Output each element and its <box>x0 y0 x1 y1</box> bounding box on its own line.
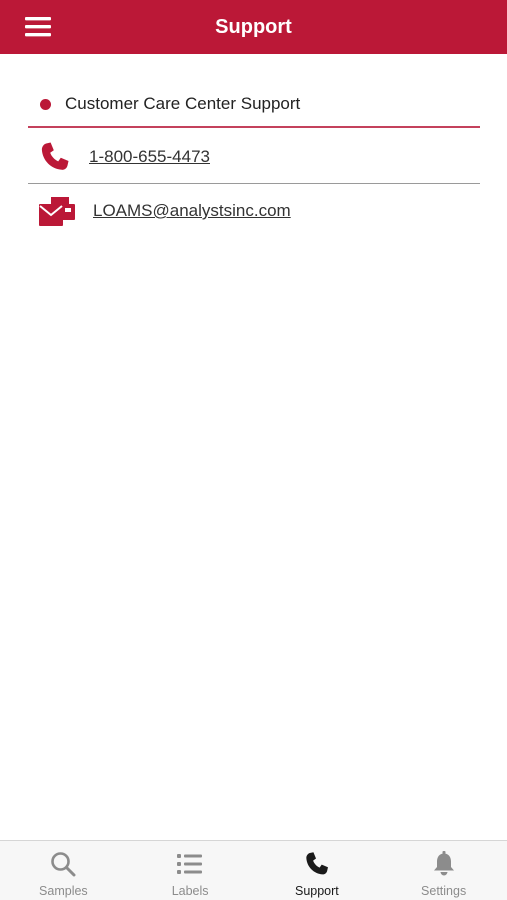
tab-label-labels: Labels <box>171 884 209 898</box>
email-icon <box>38 194 76 228</box>
section-title: Customer Care Center Support <box>65 94 301 113</box>
page-title: Support <box>215 15 292 38</box>
tab-samples[interactable]: Samples <box>0 841 127 900</box>
tab-settings[interactable]: Settings <box>380 841 507 900</box>
tab-label-settings: Settings <box>421 884 467 898</box>
bell-icon <box>430 850 458 878</box>
list-icon <box>176 850 204 878</box>
tab-labels[interactable]: Labels <box>127 841 254 900</box>
tab-support[interactable]: Support <box>254 841 381 900</box>
bottom-tab-bar: Samples Labels Support Settings <box>0 840 507 900</box>
email-address-link[interactable]: LOAMS@analystsinc.com <box>93 201 291 221</box>
support-section-header: Customer Care Center Support <box>28 82 480 128</box>
phone-icon <box>38 140 72 174</box>
app-screen: Support Customer Care Center Support 1-8… <box>0 0 507 900</box>
tab-label-samples: Samples <box>39 884 88 898</box>
search-icon <box>49 850 77 878</box>
phone-number-link[interactable]: 1-800-655-4473 <box>89 147 210 167</box>
hamburger-menu-icon <box>25 17 51 37</box>
bullet-dot-icon <box>40 98 51 110</box>
phone-row: 1-800-655-4473 <box>28 130 480 184</box>
menu-button[interactable] <box>22 12 56 42</box>
email-row: LOAMS@analystsinc.com <box>28 186 480 236</box>
tab-label-support: Support <box>294 884 339 898</box>
header-bar: Support <box>0 0 507 54</box>
phone-icon <box>303 850 331 878</box>
